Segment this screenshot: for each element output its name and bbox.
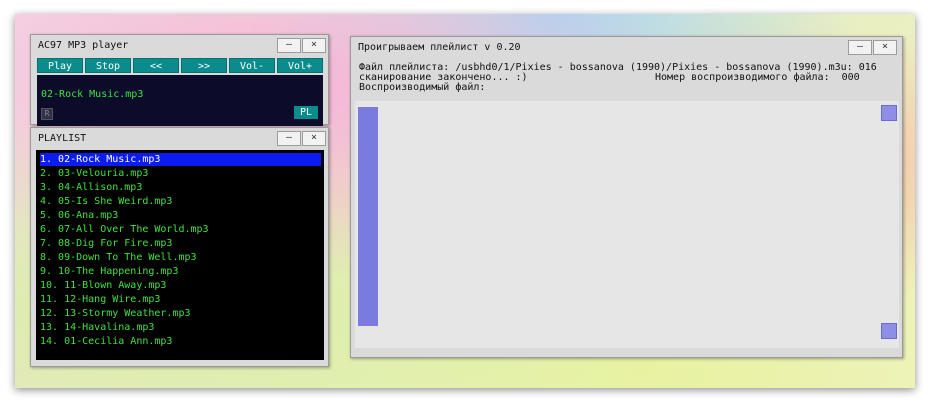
main-window: Проигрываем плейлист v 0.20 – × Файл пле…: [350, 36, 903, 358]
player-title: AC97 MP3 player: [38, 40, 129, 51]
playlist-item[interactable]: 10. 11-Blown Away.mp3: [40, 279, 166, 292]
player-titlebar[interactable]: AC97 MP3 player – ×: [31, 35, 328, 55]
bottom-right-marker: [881, 323, 897, 339]
minimize-button[interactable]: –: [277, 131, 301, 146]
playlist-item[interactable]: 5. 06-Ana.mp3: [40, 209, 118, 222]
playlist-item[interactable]: 13. 14-Havalina.mp3: [40, 321, 154, 334]
top-right-marker: [881, 105, 897, 121]
playlist-list: 1. 02-Rock Music.mp3 2. 03-Velouria.mp3 …: [36, 150, 324, 360]
volume-up-button[interactable]: Vol+: [277, 58, 323, 73]
playlist-item[interactable]: 6. 07-All Over The World.mp3: [40, 223, 209, 236]
playlist-title: PLAYLIST: [38, 133, 87, 144]
stop-button[interactable]: Stop: [85, 58, 131, 73]
playlist-item[interactable]: 2. 03-Velouria.mp3: [40, 167, 148, 180]
playlist-window: PLAYLIST – × 1. 02-Rock Music.mp3 2. 03-…: [30, 127, 329, 367]
close-button[interactable]: ×: [302, 38, 326, 53]
play-button[interactable]: Play: [37, 58, 83, 73]
progress-column: [358, 107, 378, 326]
player-display: 02-Rock Music.mp3 R PL: [37, 75, 323, 126]
playlist-item[interactable]: 7. 08-Dig For Fire.mp3: [40, 237, 172, 250]
previous-button[interactable]: <<: [133, 58, 179, 73]
playing-file-number: Номер воспроизводимого файла: 000: [655, 72, 860, 83]
playlist-item[interactable]: 11. 12-Hang Wire.mp3: [40, 293, 160, 306]
playlist-item[interactable]: 9. 10-The Happening.mp3: [40, 265, 178, 278]
playlist-item[interactable]: 14. 01-Cecilia Ann.mp3: [40, 335, 172, 348]
next-button[interactable]: >>: [181, 58, 227, 73]
repeat-button[interactable]: R: [41, 108, 53, 120]
minimize-button[interactable]: –: [277, 38, 301, 53]
playlist-item[interactable]: 12. 13-Stormy Weather.mp3: [40, 307, 191, 320]
player-window: AC97 MP3 player – × Play Stop << >> Vol-…: [30, 34, 329, 126]
player-controls: Play Stop << >> Vol- Vol+: [37, 58, 323, 73]
playlist-titlebar[interactable]: PLAYLIST – ×: [31, 128, 328, 148]
playlist-item[interactable]: 4. 05-Is She Weird.mp3: [40, 195, 172, 208]
playlist-item[interactable]: 8. 09-Down To The Well.mp3: [40, 251, 197, 264]
main-title: Проигрываем плейлист v 0.20: [358, 42, 521, 53]
minimize-button[interactable]: –: [848, 40, 872, 55]
playlist-item[interactable]: 3. 04-Allison.mp3: [40, 181, 142, 194]
main-titlebar[interactable]: Проигрываем плейлист v 0.20 – ×: [351, 37, 902, 57]
close-button[interactable]: ×: [873, 40, 897, 55]
visualization-area: [355, 101, 899, 348]
close-button[interactable]: ×: [302, 131, 326, 146]
volume-down-button[interactable]: Vol-: [229, 58, 275, 73]
playing-file-label: Воспроизводимый файл:: [359, 82, 486, 93]
playlist-item[interactable]: 1. 02-Rock Music.mp3: [40, 153, 321, 166]
playlist-toggle-button[interactable]: PL: [294, 106, 318, 119]
now-playing-text: 02-Rock Music.mp3: [41, 89, 144, 100]
